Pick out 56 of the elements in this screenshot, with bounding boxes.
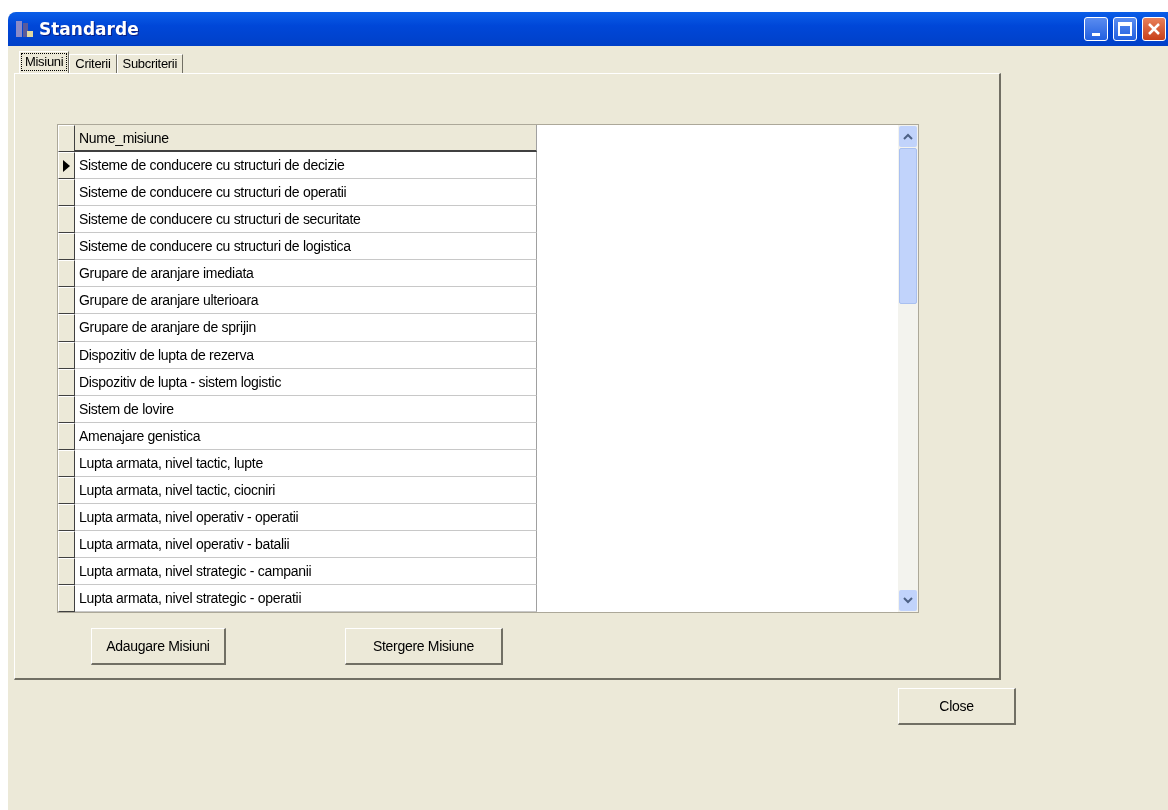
row-selector[interactable] bbox=[58, 422, 75, 450]
close-button[interactable] bbox=[1142, 17, 1166, 41]
row-selector[interactable] bbox=[58, 260, 75, 288]
table-cell: Sistem de lovire bbox=[75, 395, 537, 423]
table-cell: Dispozitiv de lupta - sistem logistic bbox=[75, 368, 537, 396]
row-selector[interactable] bbox=[58, 368, 75, 396]
column-header[interactable]: Nume_misiune bbox=[75, 125, 537, 153]
row-selector[interactable] bbox=[58, 206, 75, 234]
table-cell: Lupta armata, nivel operativ - batalii bbox=[75, 530, 537, 558]
window-title: Standarde bbox=[39, 19, 140, 39]
row-selector[interactable] bbox=[58, 503, 75, 531]
table-cell: Grupare de aranjare ulterioara bbox=[75, 287, 537, 315]
row-selector[interactable] bbox=[58, 585, 75, 613]
table-cell: Grupare de aranjare imediata bbox=[75, 260, 537, 288]
tab[interactable]: Misiuni bbox=[19, 51, 70, 73]
row-selector[interactable] bbox=[58, 558, 75, 586]
caret-up-icon bbox=[903, 133, 913, 140]
table-cell: Grupare de aranjare de sprijin bbox=[75, 314, 537, 342]
scroll-up-button[interactable] bbox=[899, 126, 917, 147]
row-selector[interactable] bbox=[58, 287, 75, 315]
scroll-down-button[interactable] bbox=[899, 590, 917, 611]
close-icon bbox=[1147, 22, 1161, 36]
row-selector[interactable] bbox=[58, 179, 75, 207]
row-selector[interactable] bbox=[58, 530, 75, 558]
row-selector[interactable] bbox=[58, 233, 75, 261]
tab[interactable]: Subcriterii bbox=[116, 54, 183, 73]
table-cell: Lupta armata, nivel strategic - operatii bbox=[75, 585, 537, 613]
maximize-button[interactable] bbox=[1113, 17, 1137, 41]
table-cell: Sisteme de conducere cu structuri de securitate bbox=[75, 206, 537, 234]
tab[interactable]: Criterii bbox=[69, 54, 117, 73]
table-cell: Lupta armata, nivel tactic, lupte bbox=[75, 449, 537, 477]
table-cell: Dispozitiv de lupta de rezerva bbox=[75, 341, 537, 369]
row-selector[interactable] bbox=[58, 395, 75, 423]
maximize-icon bbox=[1118, 22, 1132, 36]
minimize-icon bbox=[1092, 32, 1100, 36]
row-selector[interactable] bbox=[58, 314, 75, 342]
table-cell: Sisteme de conducere cu structuri de operatii bbox=[75, 179, 537, 207]
add-button[interactable]: Adaugare Misiuni bbox=[91, 628, 226, 665]
table-cell: Sisteme de conducere cu structuri de decizie bbox=[75, 152, 537, 180]
scrollbar[interactable] bbox=[898, 125, 918, 612]
scroll-thumb[interactable] bbox=[899, 148, 917, 304]
table-cell: Amenajare genistica bbox=[75, 422, 537, 450]
table-cell: Lupta armata, nivel strategic - campanii bbox=[75, 558, 537, 586]
delete-button[interactable]: Stergere Misiune bbox=[345, 628, 503, 665]
minimize-button[interactable] bbox=[1084, 17, 1108, 41]
table-cell: Lupta armata, nivel tactic, ciocniri bbox=[75, 476, 537, 504]
row-selector[interactable] bbox=[58, 341, 75, 369]
app-icon bbox=[14, 19, 34, 39]
row-selector[interactable] bbox=[58, 449, 75, 477]
close-dialog-button[interactable]: Close bbox=[898, 688, 1016, 725]
current-row-icon bbox=[63, 159, 70, 172]
row-selector[interactable] bbox=[58, 476, 75, 504]
row-selector[interactable] bbox=[58, 152, 75, 180]
table-cell: Sisteme de conducere cu structuri de logistica bbox=[75, 233, 537, 261]
caret-down-icon bbox=[903, 597, 913, 604]
table-cell: Lupta armata, nivel operativ - operatii bbox=[75, 503, 537, 531]
